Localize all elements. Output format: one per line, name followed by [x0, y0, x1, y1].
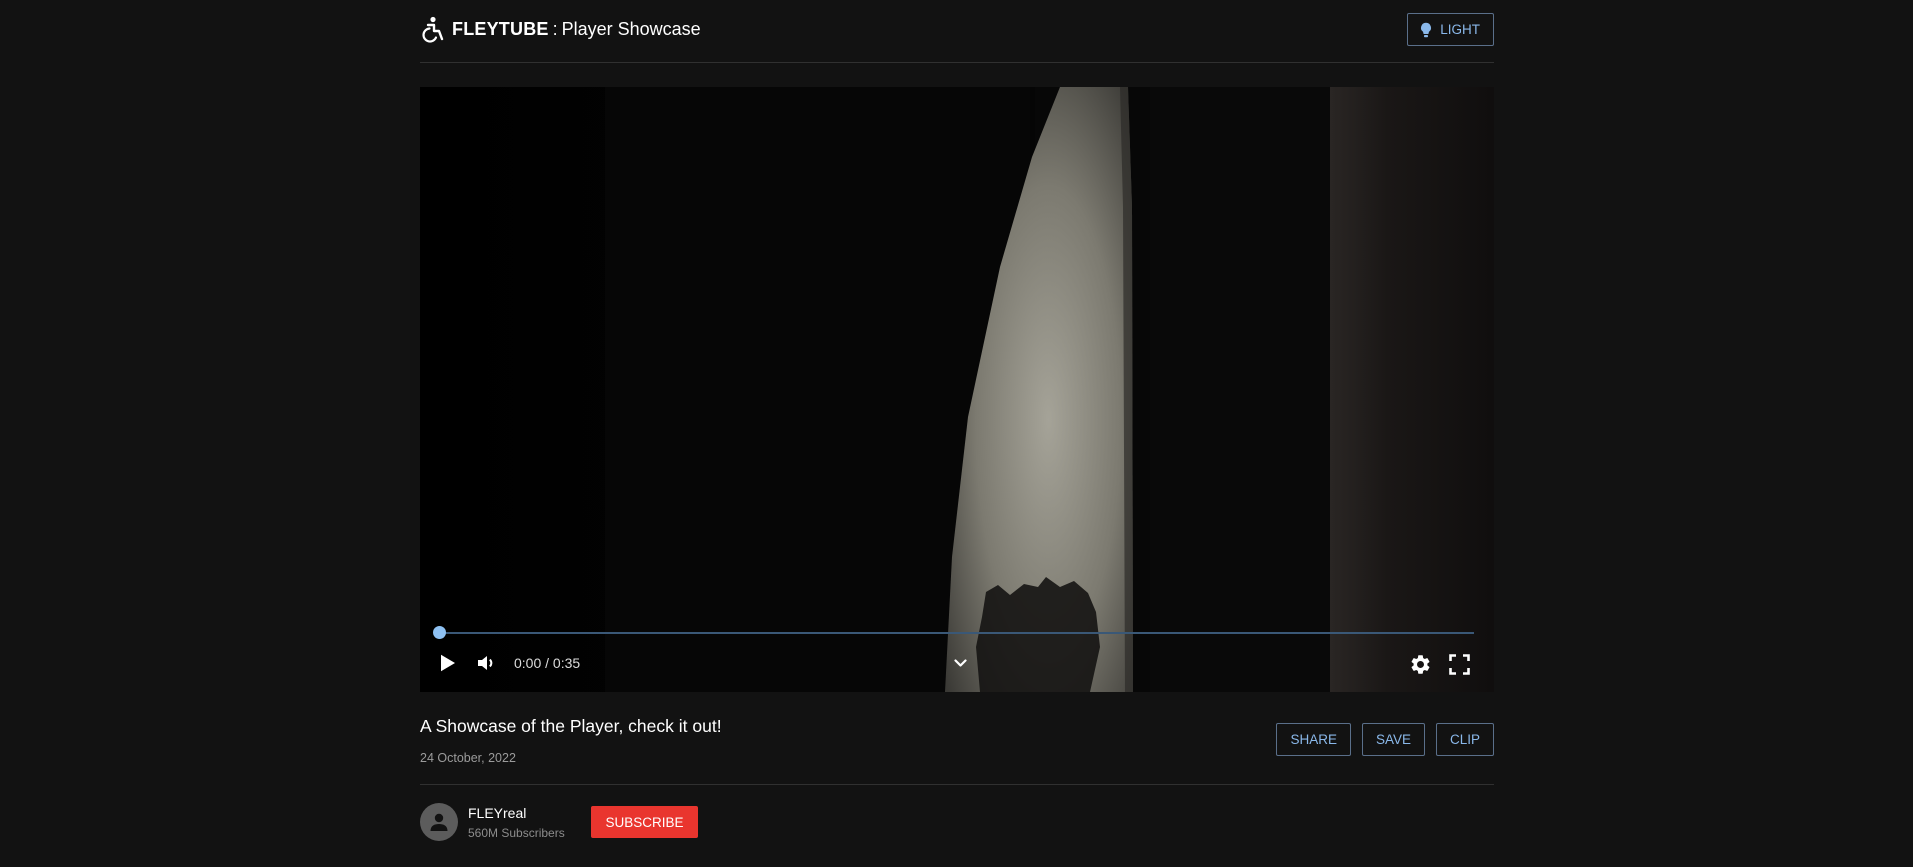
chevron-down-icon: [953, 658, 967, 667]
brand-separator: :: [552, 19, 558, 39]
fullscreen-icon: [1448, 653, 1470, 675]
video-actions: SHARE SAVE CLIP: [1276, 723, 1494, 756]
brand-name: FLEYTUBE: [452, 19, 549, 39]
player-controls: 0:00 / 0:35: [420, 648, 1494, 678]
subscriber-count: 560M Subscribers: [468, 826, 565, 840]
video-info: A Showcase of the Player, check it out! …: [420, 692, 1494, 785]
site-header: FLEYTUBE : Player Showcase LIGHT: [420, 0, 1494, 63]
subscribe-button[interactable]: SUBSCRIBE: [591, 806, 698, 838]
clip-button[interactable]: CLIP: [1435, 723, 1494, 756]
progress-bar[interactable]: [433, 626, 1474, 639]
person-icon: [430, 813, 448, 831]
volume-button[interactable]: [475, 653, 497, 673]
chapters-toggle[interactable]: [952, 655, 968, 671]
video-title: A Showcase of the Player, check it out!: [420, 716, 722, 736]
avatar[interactable]: [420, 803, 458, 841]
fullscreen-button[interactable]: [1447, 652, 1471, 676]
progress-knob[interactable]: [433, 626, 446, 639]
brand[interactable]: FLEYTUBE : Player Showcase: [420, 16, 701, 44]
play-button[interactable]: [438, 653, 458, 673]
lightbulb-icon: [1421, 22, 1432, 37]
video-frame: [420, 87, 1494, 692]
video-player[interactable]: 0:00 / 0:35: [420, 87, 1494, 692]
theme-toggle-button[interactable]: LIGHT: [1407, 13, 1494, 46]
channel-name[interactable]: FLEYreal: [468, 805, 526, 821]
page-title: Player Showcase: [561, 19, 701, 39]
theme-toggle-label: LIGHT: [1440, 22, 1480, 37]
save-button[interactable]: SAVE: [1361, 723, 1425, 756]
channel-section: FLEYreal 560M Subscribers SUBSCRIBE: [420, 785, 1494, 865]
settings-icon: [1411, 654, 1429, 674]
volume-icon: [478, 656, 493, 670]
page-container: FLEYTUBE : Player Showcase LIGHT 0:00 / …: [420, 0, 1494, 865]
accessibility-icon: [422, 16, 444, 43]
share-button[interactable]: SHARE: [1276, 723, 1351, 756]
settings-button[interactable]: [1408, 652, 1432, 676]
play-icon: [441, 654, 455, 672]
time-display: 0:00 / 0:35: [514, 655, 581, 671]
video-date: 24 October, 2022: [420, 751, 516, 765]
